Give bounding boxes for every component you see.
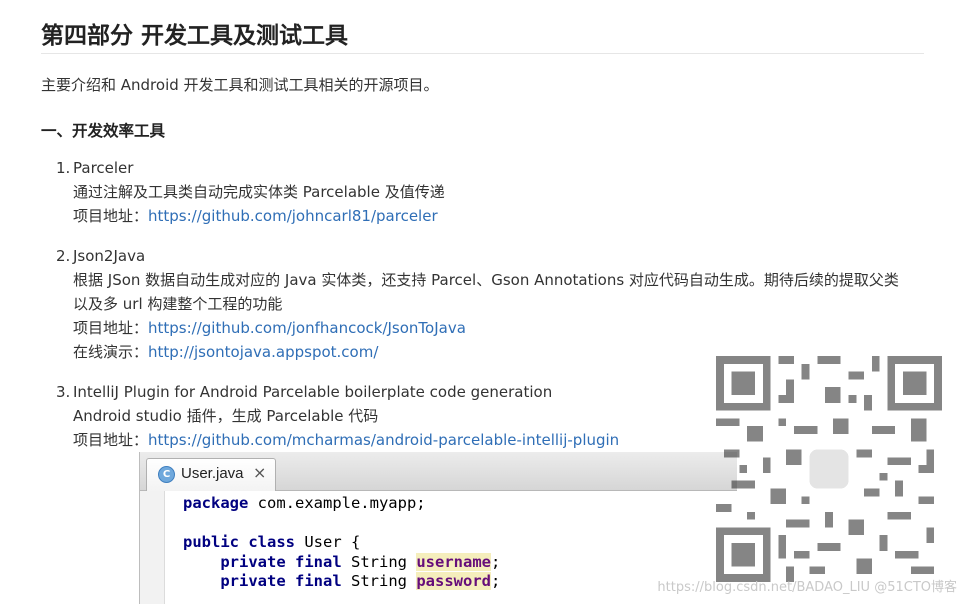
tab-label: User.java xyxy=(181,465,244,482)
code-field: username xyxy=(416,552,491,571)
item-name: Parceler xyxy=(73,159,134,177)
item-description-continued: 以及多 url 构建整个工程的功能 xyxy=(73,295,283,313)
ide-screenshot: C User.java × package com.example.myapp;… xyxy=(139,452,737,604)
code-keyword: class xyxy=(248,533,296,551)
list-item-parceler: 1. Parceler 通过注解及工具类自动完成实体类 Parcelable 及… xyxy=(56,156,936,228)
editor-tab-user-java[interactable]: C User.java × xyxy=(146,458,276,491)
editor-gutter xyxy=(140,491,165,604)
demo-label: 在线演示： xyxy=(73,343,149,361)
code-keyword: final xyxy=(295,572,342,590)
title-divider xyxy=(41,53,924,54)
page-title: 第四部分 开发工具及测试工具 xyxy=(41,23,349,49)
item-number: 3. xyxy=(56,383,71,401)
list-item-json2java: 2. Json2Java 根据 JSon 数据自动生成对应的 Java 实体类，… xyxy=(56,244,936,364)
code-text: com.example.myapp; xyxy=(248,494,426,512)
project-link[interactable]: https://github.com/johncarl81/parceler xyxy=(148,207,438,225)
code-keyword: public xyxy=(183,533,239,551)
code-keyword: package xyxy=(183,494,249,512)
item-description: 通过注解及工具类自动完成实体类 Parcelable 及值传递 xyxy=(73,183,445,201)
project-address-label: 项目地址： xyxy=(73,319,149,337)
code-text: ; xyxy=(490,552,501,571)
code-keyword: private xyxy=(220,572,286,590)
project-address-label: 项目地址： xyxy=(73,207,149,225)
item-number: 2. xyxy=(56,247,71,265)
section-heading: 一、开发效率工具 xyxy=(41,122,166,140)
demo-link[interactable]: http://jsontojava.appspot.com/ xyxy=(148,343,378,361)
code-keyword: private xyxy=(220,552,286,571)
item-name: IntelliJ Plugin for Android Parcelable b… xyxy=(73,383,553,401)
code-text: User { xyxy=(295,533,361,551)
java-class-icon: C xyxy=(158,466,175,483)
code-field: password xyxy=(416,572,491,590)
intro-text: 主要介绍和 Android 开发工具和测试工具相关的开源项目。 xyxy=(41,76,439,94)
code-text: String xyxy=(341,572,417,590)
code-editor[interactable]: package com.example.myapp; public class … xyxy=(183,494,500,592)
project-link[interactable]: https://github.com/jonfhancock/JsonToJav… xyxy=(148,319,466,337)
code-keyword: final xyxy=(295,552,342,571)
watermark: https://blog.csdn.net/BADAO_LIU @51CTO博客 xyxy=(657,580,957,595)
project-address-label: 项目地址： xyxy=(73,431,149,449)
item-name: Json2Java xyxy=(73,247,146,265)
qr-code-image xyxy=(716,356,942,582)
code-text: ; xyxy=(490,572,501,590)
item-description: 根据 JSon 数据自动生成对应的 Java 实体类，还支持 Parcel、Gs… xyxy=(73,271,899,289)
editor-tab-bar: C User.java × xyxy=(140,452,737,491)
close-icon[interactable]: × xyxy=(253,463,266,482)
item-number: 1. xyxy=(56,159,71,177)
project-link[interactable]: https://github.com/mcharmas/android-parc… xyxy=(148,431,619,449)
code-text: String xyxy=(341,552,417,571)
